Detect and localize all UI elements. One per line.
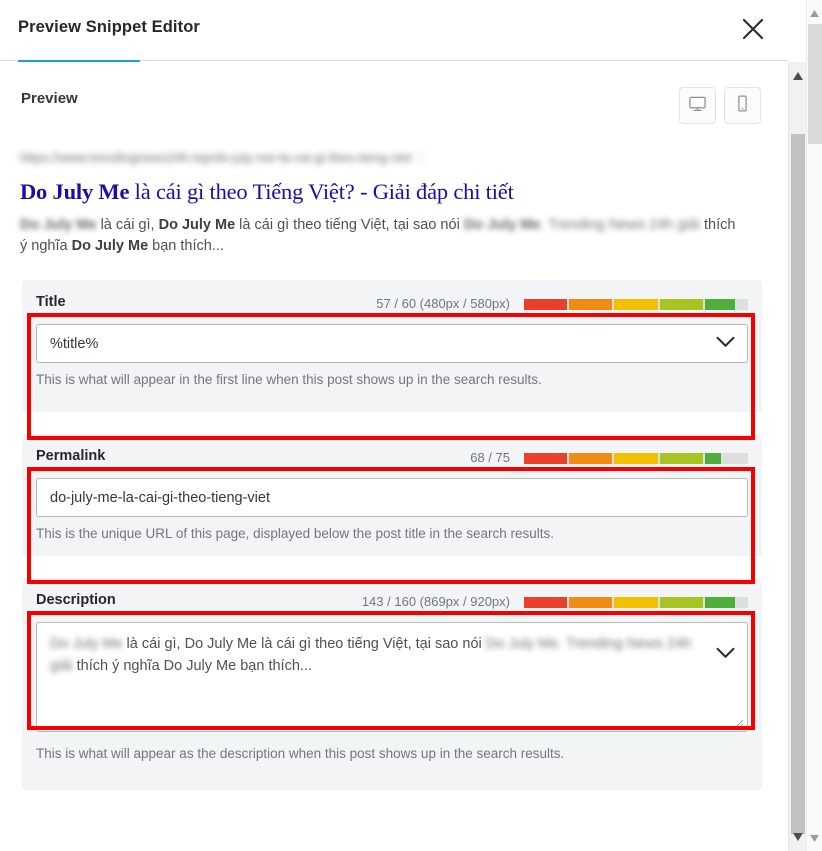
seo-score-segment [704,299,735,310]
seo-score-segment [614,299,658,310]
modal-body: Preview https://www.trendingnews24h.top/… [0,62,788,851]
seo-score-segment [659,299,703,310]
seo-score-segment [569,597,613,608]
seo-score-segment [524,597,568,608]
snippet-description-part: là cái gì theo tiếng Việt, tại sao nói [235,217,464,234]
scroll-up-icon[interactable] [793,67,803,85]
snippet-title[interactable]: Do July Me là cái gì theo Tiếng Việt? - … [20,178,760,206]
field-header-permalink: Permalink 68 / 75 [36,448,748,470]
snippet-url-text: https://www.trendingnews24h.top/do-july-… [20,150,412,165]
preview-section-label: Preview [21,90,78,107]
snippet-description-part: Do July Me [158,217,236,234]
snippet-editor-modal: Preview Snippet Editor Preview https://w… [0,0,822,851]
snippet-description-part: . Trending News 24h giải [540,217,700,234]
snippet-description-part: Do July Me [463,217,541,234]
field-card-description: Description 143 / 160 (869px / 920px) Do J… [22,578,762,790]
desktop-view-button[interactable] [679,87,716,124]
description-input-wrapper: Do July Me là cái gì, Do July Me là cái … [36,622,748,737]
field-help-text-permalink: This is the unique URL of this page, dis… [36,526,555,541]
seo-score-bar-permalink [524,453,748,464]
page-scroll-up-icon[interactable] [810,4,819,22]
seo-score-segment [704,453,722,464]
field-card-inner: Description 143 / 160 (869px / 920px) Do J… [22,578,762,775]
snippet-title-keyword: Do July Me [20,179,130,204]
field-help-text-title: This is what will appear in the first li… [36,372,542,387]
seo-score-segment [614,597,658,608]
modal-scrollbar-thumb[interactable] [791,134,805,834]
modal-scrollbar[interactable] [788,62,806,851]
character-counter-permalink: 68 / 75 [470,450,510,465]
snippet-description-part: bạn thích... [148,238,224,255]
desktop-monitor-icon [688,94,707,118]
seo-score-segment [569,299,613,310]
permalink-input[interactable] [36,478,748,517]
seo-score-segment [659,597,703,608]
seo-score-segment [659,453,703,464]
field-card-permalink: Permalink 68 / 75 This is the unique URL o… [22,434,762,556]
device-toggle-group [679,87,761,124]
field-header-title: Title 57 / 60 (480px / 580px) [36,294,748,316]
seo-score-segment [524,299,568,310]
preview-header: Preview [0,62,788,124]
seo-score-segment [614,453,658,464]
snippet-description-part: Do July Me [20,217,97,234]
page-scroll-down-icon[interactable] [810,829,819,847]
snippet-title-rest: là cái gì theo Tiếng Việt? - Giải đáp ch… [129,179,514,204]
field-label-title: Title [36,294,66,310]
title-input-wrapper [36,324,748,363]
search-result-preview: https://www.trendingnews24h.top/do-july-… [20,150,760,258]
description-textarea[interactable] [36,622,748,732]
field-label-description: Description [36,592,116,608]
seo-score-bar-title [524,299,748,310]
field-card-inner: Permalink 68 / 75 This is the unique URL o… [22,434,762,555]
character-counter-description: 143 / 160 (869px / 920px) [361,594,510,609]
permalink-input-wrapper [36,478,748,517]
snippet-description: Do July Me là cái gì, Do July Me là cái … [20,215,746,258]
snippet-description-part: là cái gì, [96,217,159,234]
field-card-inner: Title 57 / 60 (480px / 580px) This is what… [22,280,762,401]
seo-score-segment [569,453,613,464]
title-input[interactable] [36,324,748,363]
mobile-phone-icon [733,94,752,118]
seo-score-bar-description [524,597,748,608]
modal-header: Preview Snippet Editor [0,0,788,61]
seo-score-segment [524,453,568,464]
snippet-description-part: Do July Me [71,238,149,255]
page-scrollbar-thumb[interactable] [808,24,822,144]
page-title: Preview Snippet Editor [18,18,200,36]
field-header-description: Description 143 / 160 (869px / 920px) [36,592,748,614]
field-card-title: Title 57 / 60 (480px / 580px) This is what… [22,280,762,412]
mobile-view-button[interactable] [724,87,761,124]
field-label-permalink: Permalink [36,448,106,464]
snippet-url: https://www.trendingnews24h.top/do-july-… [20,150,760,166]
character-counter-title: 57 / 60 (480px / 580px) [376,296,510,311]
snippet-url-menu-icon: ⋮ [415,150,429,165]
close-button[interactable] [736,12,770,46]
scroll-down-icon[interactable] [793,828,803,846]
page-scrollbar[interactable] [806,0,822,851]
field-help-text-description: This is what will appear as the descript… [36,746,565,761]
close-icon [741,17,765,41]
seo-score-segment [704,597,735,608]
